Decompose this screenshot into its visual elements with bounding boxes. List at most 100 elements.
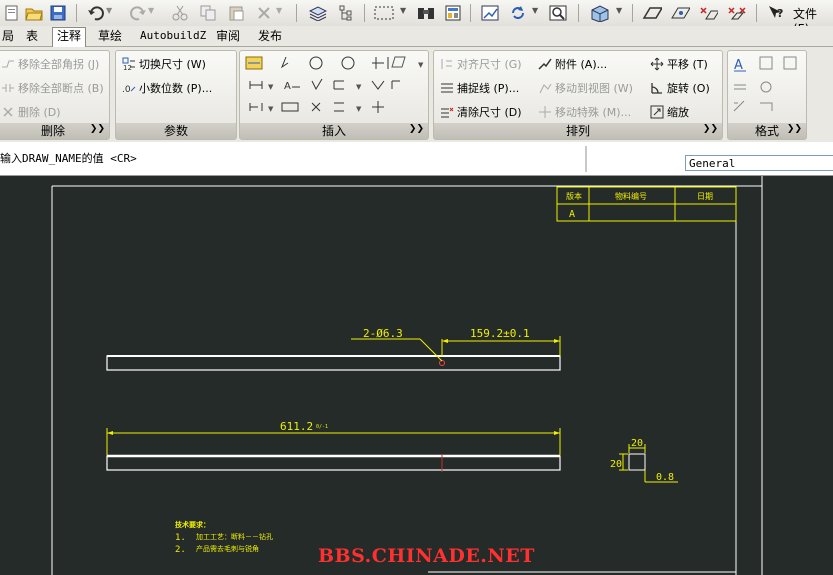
section-view xyxy=(628,453,646,471)
tab-sketch[interactable]: 草绘 xyxy=(94,28,126,45)
insert-panel: A ▼ ▼ ▼ ▼ ▼ 插入 ❯❯ xyxy=(239,50,429,140)
remove-all-jogs-button[interactable]: 移除全部角拐 (J) xyxy=(1,56,99,72)
paste-icon[interactable] xyxy=(226,3,246,23)
svg-text:.0: .0 xyxy=(122,85,131,95)
svg-text:▼: ▼ xyxy=(268,105,274,113)
snap-line-icon xyxy=(440,81,454,95)
zoom-icon[interactable] xyxy=(548,3,568,23)
tab-table[interactable]: 表 xyxy=(22,28,42,45)
decimal-places-label: 小数位数 (P)... xyxy=(139,82,213,95)
note-1-number: 1. xyxy=(175,533,186,543)
command-bar: 输入DRAW_NAME的值 <CR> General xyxy=(0,142,833,176)
eraser-icon[interactable] xyxy=(642,3,662,23)
refresh-icon[interactable] xyxy=(508,3,528,23)
params-panel: 12 切换尺寸 (W) .0 小数位数 (P)... 参数 xyxy=(115,50,237,140)
total-length-dim xyxy=(106,428,561,455)
insert-tools[interactable]: A ▼ ▼ ▼ ▼ ▼ xyxy=(240,51,428,121)
undo-icon[interactable] xyxy=(86,3,106,23)
move-to-view-label: 移动到视图 (W) xyxy=(555,82,633,95)
help-icon[interactable]: ? xyxy=(766,3,786,23)
erase-icon[interactable] xyxy=(254,3,274,23)
tab-layout[interactable]: 局 xyxy=(0,28,18,45)
cut-icon[interactable] xyxy=(170,3,190,23)
svg-text:▼: ▼ xyxy=(356,83,362,91)
wall-thickness-dimension: 0.8 xyxy=(656,472,674,483)
move-special-icon xyxy=(538,105,552,119)
arrange-panel-title[interactable]: 排列 ❯❯ xyxy=(434,123,722,139)
attach-button[interactable]: 附件 (A)... xyxy=(538,56,607,72)
properties-icon[interactable] xyxy=(443,3,463,23)
toggle-dimension-button[interactable]: 12 切换尺寸 (W) xyxy=(122,56,206,72)
tab-review[interactable]: 审阅 xyxy=(212,28,244,45)
xeye2-icon[interactable] xyxy=(726,3,746,23)
clear-dimensions-button[interactable]: 清除尺寸 (D) xyxy=(440,104,522,120)
drawing-sheet: 版本 物料编号 日期 A 2-Ø6.3 159.2±0.1 611.2 0/-1… xyxy=(51,176,763,575)
scale-label: 缩放 xyxy=(667,106,689,119)
remove-all-breaks-label: 移除全部断点 (B) xyxy=(18,82,104,95)
hole-marker xyxy=(439,360,445,366)
binoculars-icon[interactable] xyxy=(416,3,436,23)
svg-text:▼: ▼ xyxy=(356,105,362,113)
section-height-dimension: 20 xyxy=(610,459,622,470)
snap-line-label: 捕捉线 (P)... xyxy=(457,82,520,95)
redo-icon[interactable] xyxy=(128,3,148,23)
pan-button[interactable]: 平移 (T) xyxy=(650,56,708,72)
open-icon[interactable] xyxy=(24,3,44,23)
toggle-dim-icon: 12 xyxy=(122,57,136,72)
svg-text:▼: ▼ xyxy=(268,83,274,91)
rotate-button[interactable]: 旋转 (O) xyxy=(650,80,710,96)
move-view-icon xyxy=(538,81,552,95)
drawing-canvas[interactable]: 版本 物料编号 日期 A 2-Ø6.3 159.2±0.1 611.2 0/-1… xyxy=(0,176,833,575)
xeye-icon[interactable] xyxy=(698,3,718,23)
svg-text:A: A xyxy=(284,81,291,92)
scale-icon xyxy=(650,105,664,119)
delete-panel: 移除全部角拐 (J) 移除全部断点 (B) 删除 (D) 删除 ❯❯ xyxy=(0,50,110,140)
viewport-icon[interactable] xyxy=(480,3,500,23)
toggle-dimension-label: 切换尺寸 (W) xyxy=(139,58,206,71)
tab-publish[interactable]: 发布 xyxy=(254,28,286,45)
note-2-number: 2. xyxy=(175,545,186,555)
command-separator xyxy=(585,146,587,172)
command-prompt: 输入DRAW_NAME的值 <CR> xyxy=(0,152,137,165)
total-length-dimension: 611.2 xyxy=(280,420,313,433)
tab-autobuildz[interactable]: AutobuildZ xyxy=(136,28,210,45)
move-special-button[interactable]: 移动特殊 (M)... xyxy=(538,104,631,120)
svg-text:▼: ▼ xyxy=(418,61,424,69)
panel-expand-icon: ❯❯ xyxy=(408,124,424,134)
svg-text:?: ? xyxy=(777,7,783,20)
note-1: 加工工艺：断料－－钻孔 xyxy=(196,532,273,541)
layers-icon[interactable] xyxy=(308,3,328,23)
eye-icon[interactable] xyxy=(670,3,690,23)
delete-button[interactable]: 删除 (D) xyxy=(1,104,61,120)
tree-icon[interactable] xyxy=(336,3,356,23)
copy-icon[interactable] xyxy=(198,3,218,23)
tab-annotate[interactable]: 注释 xyxy=(52,27,87,47)
rev-row-a: A xyxy=(569,209,575,220)
format-panel-title[interactable]: 格式 ❯❯ xyxy=(728,123,806,139)
box-icon[interactable] xyxy=(590,3,610,23)
clear-dimensions-label: 清除尺寸 (D) xyxy=(457,106,522,119)
save-icon[interactable] xyxy=(48,3,68,23)
panel-expand-icon: ❯❯ xyxy=(702,124,718,134)
hole-position-dimension: 159.2±0.1 xyxy=(470,327,530,340)
snap-line-button[interactable]: 捕捉线 (P)... xyxy=(440,80,519,96)
align-dimensions-button[interactable]: 对齐尺寸 (G) xyxy=(440,56,522,72)
delete-panel-title[interactable]: 删除 ❯❯ xyxy=(0,123,109,139)
decimal-places-button[interactable]: .0 小数位数 (P)... xyxy=(122,80,212,96)
move-arrows-icon xyxy=(650,57,664,71)
select-window-icon[interactable] xyxy=(374,3,394,23)
params-panel-title[interactable]: 参数 xyxy=(116,123,236,139)
align-icon xyxy=(440,57,454,71)
new-icon[interactable] xyxy=(2,3,22,23)
panel-expand-icon: ❯❯ xyxy=(786,124,802,134)
note-2: 产品需去毛刺与锐角 xyxy=(196,544,259,553)
scale-button[interactable]: 缩放 xyxy=(650,104,689,120)
move-to-view-button[interactable]: 移动到视图 (W) xyxy=(538,80,633,96)
insert-panel-title[interactable]: 插入 ❯❯ xyxy=(240,123,428,139)
top-view-part xyxy=(106,355,561,371)
remove-all-breaks-button[interactable]: 移除全部断点 (B) xyxy=(1,80,104,96)
rev-col-date: 日期 xyxy=(697,192,713,201)
style-combo[interactable]: General xyxy=(685,155,833,171)
format-tools[interactable]: A xyxy=(728,51,806,121)
delete-x-icon xyxy=(1,105,15,119)
